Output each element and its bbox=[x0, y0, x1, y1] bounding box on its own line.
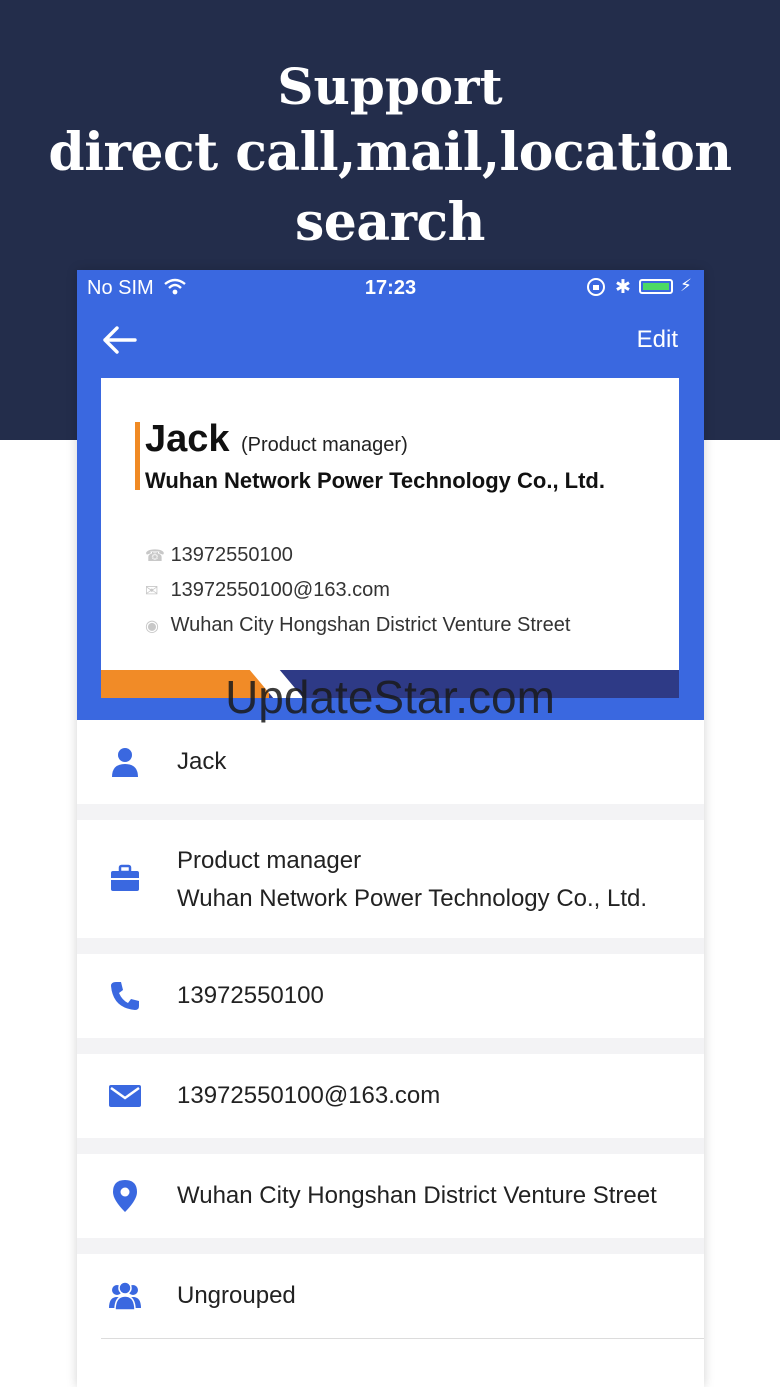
battery-icon bbox=[639, 279, 673, 294]
card-accent-bar bbox=[135, 422, 140, 490]
phone-icon: ☎ bbox=[145, 548, 165, 565]
detail-position: Product manager bbox=[177, 847, 362, 874]
phone-icon bbox=[111, 982, 139, 1010]
clock: 17:23 bbox=[364, 277, 417, 299]
card-email-row: ✉ 13972550100@163.com bbox=[145, 579, 390, 602]
row-divider bbox=[77, 1138, 704, 1154]
detail-name: Jack bbox=[177, 748, 227, 775]
row-divider bbox=[77, 804, 704, 820]
rotation-lock-icon bbox=[587, 278, 605, 296]
row-divider bbox=[77, 1238, 704, 1254]
card-phone: 13972550100 bbox=[170, 544, 293, 566]
location-pin-icon: ◉ bbox=[145, 618, 159, 635]
mail-icon bbox=[109, 1085, 141, 1107]
detail-row-group[interactable]: Ungrouped bbox=[101, 1254, 704, 1339]
card-address-row: ◉ Wuhan City Hongshan District Venture S… bbox=[145, 614, 570, 637]
contact-header: No SIM 17:23 ✱ ⚡ Edit Jack (Product mana… bbox=[77, 270, 704, 720]
contact-details-list: Jack Product manager Wuhan Network Power… bbox=[77, 720, 704, 1339]
bluetooth-icon: ✱ bbox=[615, 277, 631, 298]
location-pin-icon bbox=[113, 1180, 137, 1212]
watermark-text: UpdateStar.com bbox=[225, 671, 555, 723]
back-arrow-icon[interactable] bbox=[99, 320, 139, 360]
briefcase-icon bbox=[111, 864, 139, 891]
charging-icon: ⚡ bbox=[680, 276, 692, 295]
detail-row-phone[interactable]: 13972550100 bbox=[77, 954, 704, 1038]
card-company: Wuhan Network Power Technology Co., Ltd. bbox=[145, 468, 605, 493]
detail-company: Wuhan Network Power Technology Co., Ltd. bbox=[177, 885, 648, 912]
detail-row-email[interactable]: 13972550100@163.com bbox=[77, 1054, 704, 1138]
phone-screen: No SIM 17:23 ✱ ⚡ Edit Jack (Product mana… bbox=[77, 270, 704, 1387]
row-divider bbox=[77, 1038, 704, 1054]
card-title: (Product manager) bbox=[241, 434, 408, 456]
card-email: 13972550100@163.com bbox=[170, 579, 390, 601]
row-divider bbox=[77, 938, 704, 954]
card-name: Jack bbox=[145, 418, 230, 460]
detail-row-job[interactable]: Product manager Wuhan Network Power Tech… bbox=[77, 820, 704, 938]
headline-line-1: Support bbox=[277, 57, 503, 116]
business-card[interactable]: Jack (Product manager) Wuhan Network Pow… bbox=[101, 378, 679, 698]
detail-email[interactable]: 13972550100@163.com bbox=[177, 1077, 440, 1115]
edit-button[interactable]: Edit bbox=[637, 326, 678, 354]
detail-row-address[interactable]: Wuhan City Hongshan District Venture Str… bbox=[77, 1154, 704, 1238]
promo-headline: Support direct call,mail,location search bbox=[0, 56, 780, 258]
detail-group: Ungrouped bbox=[177, 1282, 296, 1309]
detail-address[interactable]: Wuhan City Hongshan District Venture Str… bbox=[177, 1177, 657, 1215]
status-bar: No SIM 17:23 ✱ ⚡ bbox=[77, 270, 704, 304]
detail-phone[interactable]: 13972550100 bbox=[177, 977, 324, 1015]
mail-icon: ✉ bbox=[145, 583, 159, 600]
group-icon bbox=[109, 1281, 141, 1311]
detail-row-name[interactable]: Jack bbox=[77, 720, 704, 804]
headline-line-2: direct call,mail,location search bbox=[48, 122, 732, 253]
person-icon bbox=[112, 748, 138, 777]
card-phone-row: ☎ 13972550100 bbox=[145, 544, 293, 567]
card-address: Wuhan City Hongshan District Venture Str… bbox=[170, 614, 571, 636]
